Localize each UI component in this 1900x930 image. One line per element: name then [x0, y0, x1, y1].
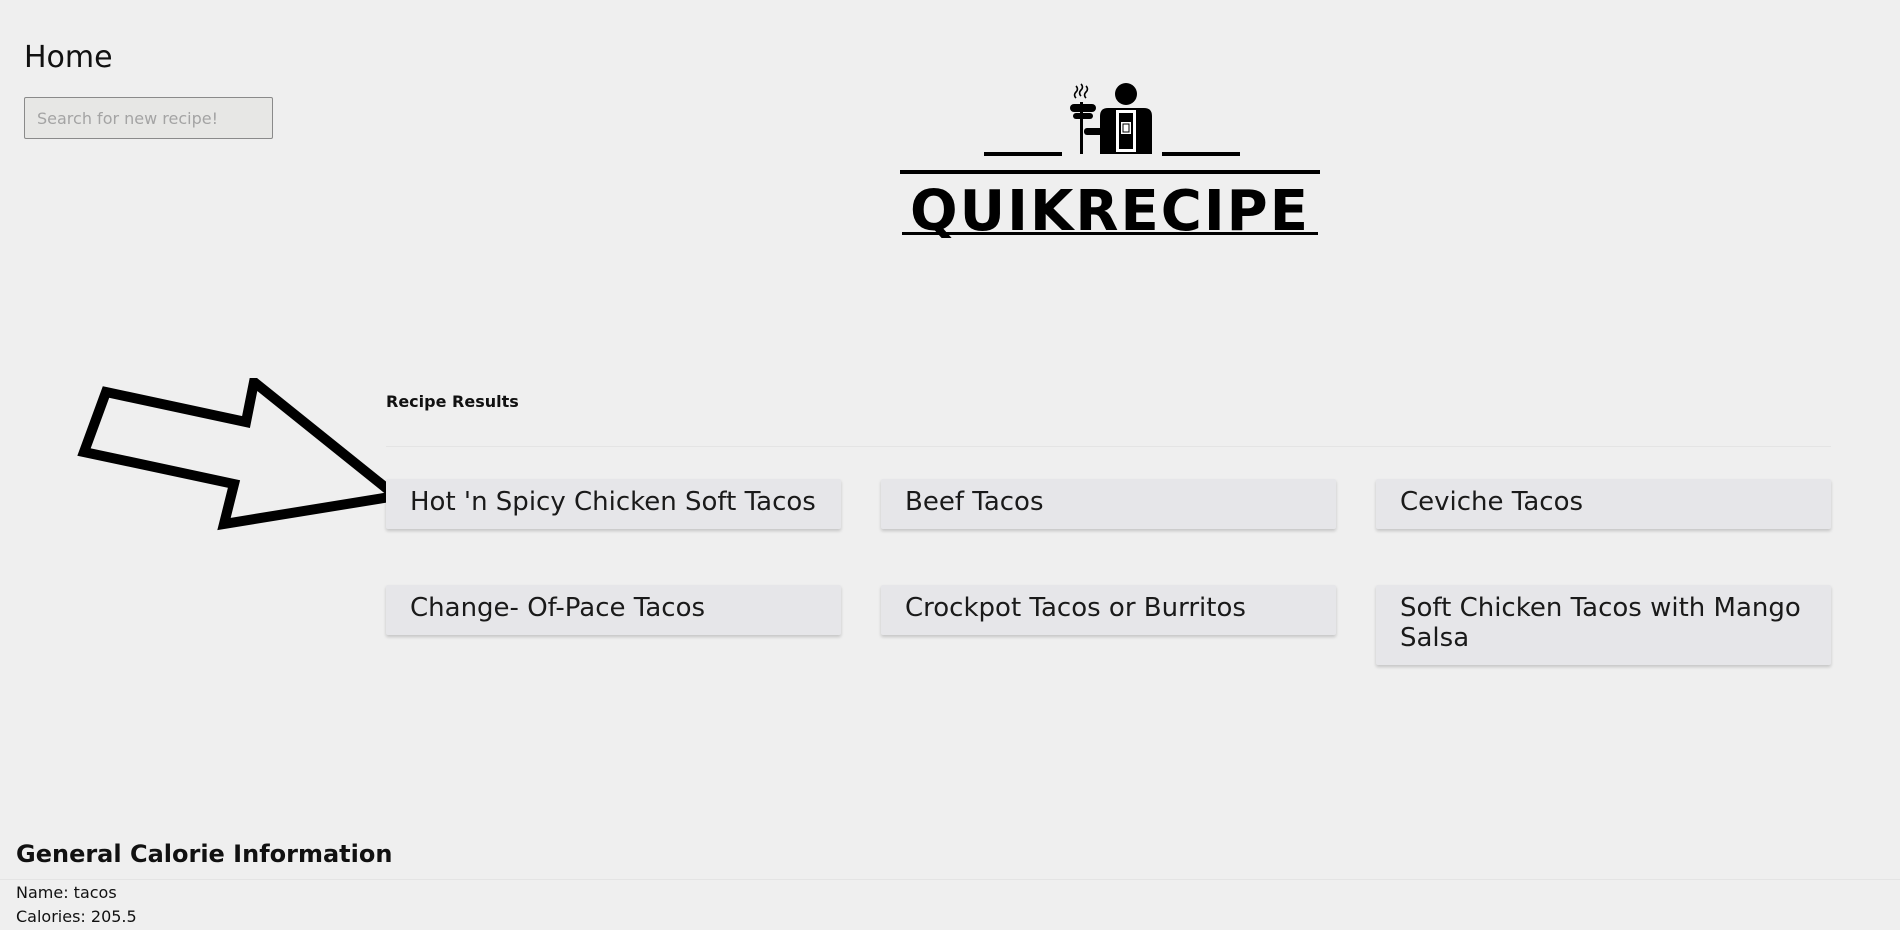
results-divider [386, 446, 1831, 447]
recipe-title: Ceviche Tacos [1400, 487, 1584, 517]
calorie-info-heading: General Calorie Information [16, 840, 393, 868]
calorie-info-divider [0, 879, 1900, 880]
recipe-card[interactable]: Soft Chicken Tacos with Mango Salsa [1376, 585, 1831, 665]
home-link[interactable]: Home [24, 40, 113, 75]
recipe-search-input[interactable] [24, 97, 273, 139]
logo-left-line [984, 152, 1062, 156]
recipe-title: Beef Tacos [905, 487, 1044, 517]
recipe-card[interactable]: Beef Tacos [881, 479, 1336, 529]
recipe-title: Change- Of-Pace Tacos [410, 593, 706, 623]
logo-top-rule [900, 170, 1320, 174]
pointer-arrow-icon [77, 378, 406, 531]
recipe-card[interactable]: Change- Of-Pace Tacos [386, 585, 841, 635]
recipe-card[interactable]: Crockpot Tacos or Burritos [881, 585, 1336, 635]
logo-underline [902, 232, 1318, 235]
recipe-title: Soft Chicken Tacos with Mango Salsa [1400, 593, 1801, 653]
recipe-card[interactable]: Hot 'n Spicy Chicken Soft Tacos [386, 479, 841, 529]
recipe-title: Hot 'n Spicy Chicken Soft Tacos [410, 487, 816, 517]
results-heading: Recipe Results [386, 392, 519, 411]
recipe-results-grid: Hot 'n Spicy Chicken Soft Tacos Beef Tac… [386, 479, 1832, 665]
page: Home Search for new recipe! QUIKRECIPE R… [0, 0, 1900, 930]
steam-icon [1073, 83, 1089, 99]
calorie-info-calories: Calories: 205.5 [16, 907, 137, 926]
recipe-title: Crockpot Tacos or Burritos [905, 593, 1246, 623]
recipe-card[interactable]: Ceviche Tacos [1376, 479, 1831, 529]
logo-right-line [1162, 152, 1240, 156]
chef-icon [1070, 83, 1152, 154]
calorie-info-name: Name: tacos [16, 883, 117, 902]
quikrecipe-logo: QUIKRECIPE [900, 83, 1320, 244]
